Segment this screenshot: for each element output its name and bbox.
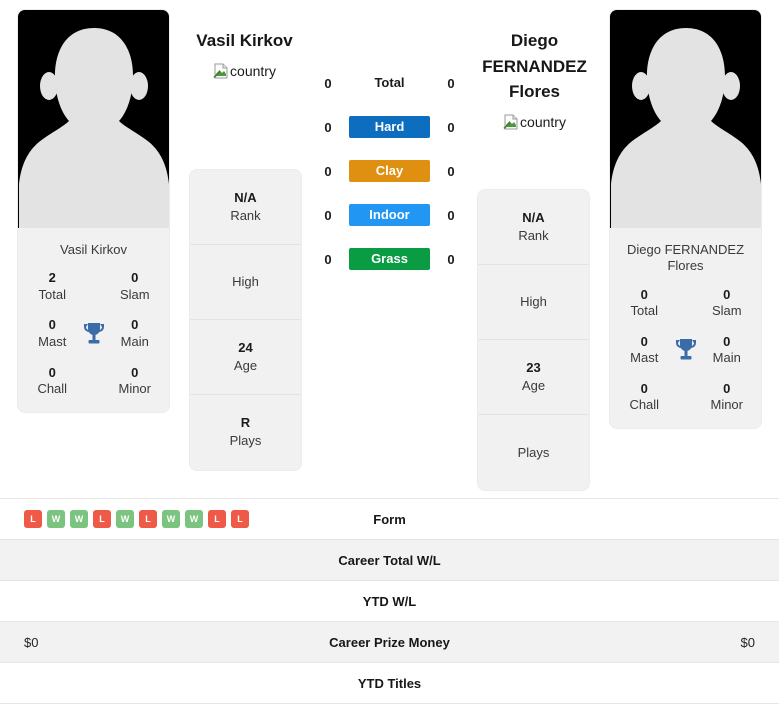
- form-badge[interactable]: L: [208, 510, 226, 528]
- table-row-ytd-titles: YTD Titles: [0, 663, 779, 704]
- h2h-row-grass: 0 Grass 0: [305, 248, 475, 270]
- right-info-age: 23 Age: [478, 340, 589, 415]
- table-row-career-total-wl: Career Total W/L: [0, 540, 779, 581]
- left-trophy-total: 2 Total: [38, 270, 66, 302]
- h2h-clay-right: 0: [447, 163, 455, 179]
- right-player-name: Diego FERNANDEZ Flores: [482, 31, 587, 101]
- form-badge[interactable]: W: [116, 510, 134, 528]
- right-trophy-mast: 0 Mast: [630, 333, 659, 365]
- left-player-trophy-stats: 2 Total 0 Slam 0 Mast 0 Main 0 Chall 0 M…: [18, 268, 169, 411]
- table-row-form: L W W L W L W W L L Form: [0, 499, 779, 540]
- player-silhouette-icon: [18, 28, 169, 228]
- broken-image-icon: [213, 63, 229, 79]
- player-silhouette-icon: [610, 28, 761, 228]
- ytd-titles-label: YTD Titles: [357, 675, 422, 691]
- broken-image-icon-svg: [503, 114, 518, 129]
- right-country-flag: country: [503, 114, 566, 130]
- career-prize-money-right: $0: [740, 634, 755, 650]
- h2h-indoor-left: 0: [324, 207, 332, 223]
- ytd-wl-label: YTD W/L: [362, 593, 417, 609]
- head-to-head-center: Vasil Kirkov country 0 Total 0 0 Hard 0 …: [196, 10, 587, 270]
- h2h-clay-left: 0: [324, 163, 332, 179]
- comparison-header: Vasil Kirkov 2 Total 0 Slam 0 Mast 0 Mai…: [0, 0, 779, 498]
- right-player-trophy-stats: 0 Total 0 Slam 0 Mast 0 Main 0 Chall 0 M…: [610, 285, 761, 428]
- form-badge[interactable]: W: [185, 510, 203, 528]
- h2h-hard-right: 0: [447, 119, 455, 135]
- h2h-row-hard: 0 Hard 0: [305, 116, 475, 138]
- h2h-grass-left: 0: [324, 251, 332, 267]
- right-player-photo: [610, 10, 761, 228]
- player-comparison-page: Vasil Kirkov 2 Total 0 Slam 0 Mast 0 Mai…: [0, 0, 779, 719]
- right-trophy-total: 0 Total: [630, 286, 658, 318]
- h2h-row-clay: 0 Clay 0: [305, 160, 475, 182]
- h2h-hard-left: 0: [324, 119, 332, 135]
- right-trophy-slam: 0 Slam: [711, 286, 742, 318]
- h2h-total-left: 0: [324, 75, 332, 91]
- table-row-ytd-wl: YTD W/L: [0, 581, 779, 622]
- left-info-age: 24 Age: [190, 320, 301, 395]
- left-player-card[interactable]: Vasil Kirkov 2 Total 0 Slam 0 Mast 0 Mai…: [18, 10, 169, 412]
- form-badge[interactable]: L: [24, 510, 42, 528]
- h2h-total-right: 0: [447, 75, 455, 91]
- form-badge[interactable]: L: [93, 510, 111, 528]
- stats-comparison-table: L W W L W L W W L L Form Career Total W/…: [0, 498, 779, 704]
- left-info-plays: R Plays: [229, 415, 262, 449]
- right-player-card[interactable]: Diego FERNANDEZ Flores 0 Total 0 Slam 0 …: [610, 10, 761, 428]
- form-badge-list: L W W L W L W W L L: [24, 510, 249, 528]
- h2h-grass-label[interactable]: Grass: [349, 248, 430, 270]
- h2h-grass-right: 0: [447, 251, 455, 267]
- h2h-row-indoor: 0 Indoor 0: [305, 204, 475, 226]
- left-trophy-minor: 0 Minor: [118, 364, 151, 396]
- right-info-high: High: [478, 265, 589, 340]
- left-country-flag: country: [213, 63, 276, 79]
- trophy-icon: [669, 337, 703, 363]
- left-trophy-slam: 0 Slam: [119, 270, 150, 302]
- left-trophy-main: 0 Main: [120, 317, 149, 349]
- right-info-rank: N/A Rank: [478, 190, 589, 265]
- right-info-plays: Plays: [517, 444, 550, 460]
- career-total-wl-label: Career Total W/L: [338, 552, 441, 568]
- career-prize-money-label: Career Prize Money: [329, 634, 450, 650]
- table-row-career-prize-money: $0 Career Prize Money $0: [0, 622, 779, 663]
- trophy-icon-svg: [83, 322, 104, 344]
- right-trophy-chall: 0 Chall: [629, 380, 660, 413]
- form-badge[interactable]: W: [162, 510, 180, 528]
- form-badge[interactable]: W: [47, 510, 65, 528]
- left-player-photo: [18, 10, 169, 228]
- h2h-row-total: 0 Total 0: [305, 72, 475, 94]
- broken-image-icon: [503, 114, 519, 130]
- right-trophy-minor: 0 Minor: [710, 380, 743, 413]
- left-player-identity: Vasil Kirkov country: [185, 28, 305, 270]
- right-player-photo-caption: Diego FERNANDEZ Flores: [626, 242, 745, 274]
- left-trophy-chall: 0 Chall: [37, 364, 68, 396]
- h2h-hard-label[interactable]: Hard: [349, 116, 430, 138]
- form-left-value: L W W L W L W W L L: [0, 510, 270, 528]
- right-player-info-card: N/A Rank High 23 Age Plays: [478, 190, 589, 490]
- left-trophy-mast: 0 Mast: [38, 317, 67, 349]
- form-row-label: Form: [373, 511, 406, 527]
- career-prize-money-left: $0: [24, 634, 39, 650]
- h2h-indoor-right: 0: [447, 207, 455, 223]
- left-player-photo-caption: Vasil Kirkov: [60, 242, 127, 257]
- trophy-icon-svg: [675, 339, 696, 360]
- form-badge[interactable]: L: [139, 510, 157, 528]
- h2h-indoor-label[interactable]: Indoor: [349, 204, 430, 226]
- broken-image-icon-svg: [213, 63, 228, 78]
- surface-h2h-list: 0 Total 0 0 Hard 0 0 Clay 0 0 Indoor 0 0…: [305, 28, 475, 270]
- h2h-total-label: Total: [374, 75, 405, 90]
- trophy-icon: [77, 321, 111, 347]
- right-trophy-main: 0 Main: [712, 333, 741, 365]
- right-country-alt-text: country: [520, 113, 566, 130]
- form-badge[interactable]: W: [70, 510, 88, 528]
- left-player-name: Vasil Kirkov: [196, 31, 293, 50]
- form-badge[interactable]: L: [231, 510, 249, 528]
- h2h-clay-label[interactable]: Clay: [349, 160, 430, 182]
- left-country-alt-text: country: [230, 62, 276, 79]
